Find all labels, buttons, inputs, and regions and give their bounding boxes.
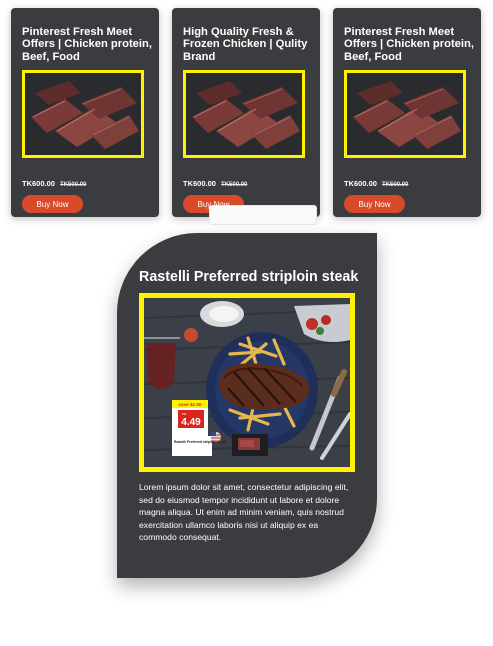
product-image xyxy=(183,70,305,158)
product-card: Pinterest Fresh Meet Offers | Chicken pr… xyxy=(11,8,159,217)
beef-jerky-image xyxy=(347,73,463,155)
price-row: TK600.00 TK500.00 xyxy=(344,179,408,188)
featured-title: Rastelli Preferred striploin steak xyxy=(139,269,359,285)
old-price: TK500.00 xyxy=(221,182,248,188)
buy-now-button[interactable]: Buy Now xyxy=(344,195,405,213)
price: TK600.00 xyxy=(22,179,55,188)
price-row: TK600.00 TK500.00 xyxy=(22,179,86,188)
ea-label: ea xyxy=(182,412,186,416)
buy-now-button[interactable]: Buy Now xyxy=(22,195,83,213)
price: TK600.00 xyxy=(183,179,216,188)
price-row: TK600.00 TK500.00 xyxy=(183,179,247,188)
beef-jerky-image xyxy=(186,73,302,155)
tag-price: 4.49 xyxy=(181,417,201,428)
save-label: save $2.50 xyxy=(179,402,202,407)
product-card: Pinterest Fresh Meet Offers | Chicken pr… xyxy=(333,8,481,217)
old-price: TK500.00 xyxy=(382,182,409,188)
beef-jerky-image xyxy=(25,73,141,155)
old-price: TK500.00 xyxy=(60,182,87,188)
product-card: High Quality Fresh & Frozen Chicken | Qu… xyxy=(172,8,320,217)
ghost-placeholder xyxy=(209,205,317,225)
featured-image: save $2.50 ea 4.49 Rastelli Preferred st… xyxy=(139,293,355,472)
steak-plate-image: save $2.50 ea 4.49 Rastelli Preferred st… xyxy=(144,298,350,467)
featured-description: Lorem ipsum dolor sit amet, consectetur … xyxy=(139,482,349,542)
product-title: Pinterest Fresh Meet Offers | Chicken pr… xyxy=(22,26,152,63)
featured-product-card: Rastelli Preferred striploin steak save … xyxy=(117,233,377,578)
product-image xyxy=(344,70,466,158)
price: TK600.00 xyxy=(344,179,377,188)
product-title: Pinterest Fresh Meet Offers | Chicken pr… xyxy=(344,26,474,63)
product-image xyxy=(22,70,144,158)
product-title: High Quality Fresh & Frozen Chicken | Qu… xyxy=(183,26,308,63)
